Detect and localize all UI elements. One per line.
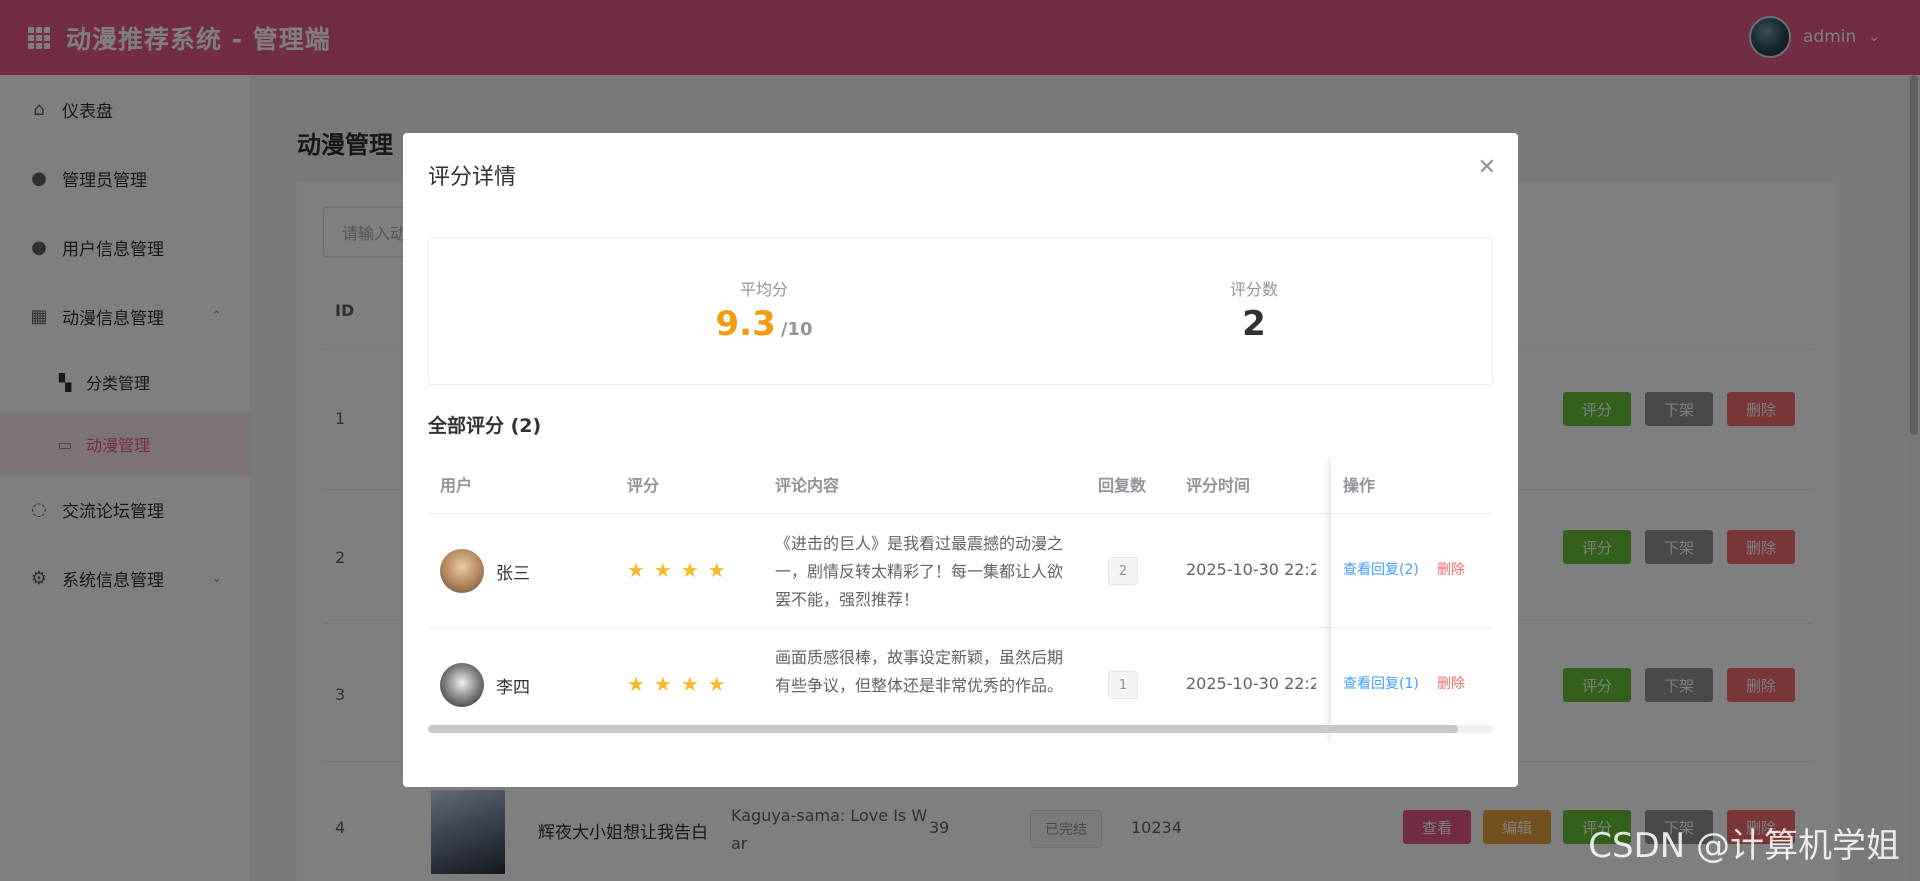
rating-detail-dialog: 评分详情 ✕ 平均分 9.3 /10 评分数 2 全部评分 (2) 用户 评分 … <box>403 133 1518 787</box>
rater-name: 张三 <box>496 564 530 584</box>
rating-count-value: 2 <box>1242 304 1266 344</box>
all-ratings-title: 全部评分 (2) <box>428 415 542 437</box>
rating-time: 2025-10-30 22:23 <box>1186 560 1316 579</box>
average-score-value: 9.3 <box>715 304 776 344</box>
fixed-ops-column: 操作 查看回复(2) 删除 查看回复(1) 删除 <box>1331 455 1493 745</box>
comment-text: 画面质感很棒，故事设定新颖，虽然后期有些争议，但整体还是非常优秀的作品。 <box>775 648 1064 695</box>
delete-rating-link[interactable]: 删除 <box>1437 673 1465 693</box>
average-score-label: 平均分 <box>739 280 788 299</box>
view-replies-link[interactable]: 查看回复(2) <box>1343 559 1419 579</box>
rating-stats: 平均分 9.3 /10 评分数 2 <box>428 237 1493 385</box>
column-header-replies: 回复数 <box>1098 476 1147 495</box>
scrollbar-thumb[interactable] <box>428 725 1458 733</box>
rating-count-label: 评分数 <box>1229 280 1278 299</box>
rater-name: 李四 <box>496 678 530 698</box>
column-header-comment: 评论内容 <box>775 476 840 495</box>
ratings-table: 用户 评分 评论内容 回复数 评分时间 张三 ★★★★ 《进击的巨人》是我看过最… <box>428 455 1493 745</box>
view-replies-link[interactable]: 查看回复(1) <box>1343 673 1419 693</box>
column-header-ops: 操作 <box>1343 476 1376 495</box>
reply-count-badge: 1 <box>1108 671 1138 699</box>
table-horizontal-scrollbar[interactable] <box>428 725 1493 733</box>
rating-count-stat: 评分数 2 <box>1179 276 1329 344</box>
dialog-title: 评分详情 <box>428 165 517 190</box>
star-rating: ★★★★ <box>627 558 735 582</box>
column-header-user: 用户 <box>440 476 473 495</box>
rating-time: 2025-10-30 22:23 <box>1186 674 1316 693</box>
reply-count-badge: 2 <box>1108 557 1138 585</box>
avatar <box>440 549 484 593</box>
star-rating: ★★★★ <box>627 672 735 696</box>
close-icon[interactable]: ✕ <box>1478 155 1496 180</box>
column-header-score: 评分 <box>627 476 660 495</box>
delete-rating-link[interactable]: 删除 <box>1437 559 1465 579</box>
watermark: CSDN @计算机学姐 <box>1588 826 1900 866</box>
column-header-time: 评分时间 <box>1186 476 1251 495</box>
comment-text: 《进击的巨人》是我看过最震撼的动漫之一，剧情反转太精彩了！每一集都让人欲罢不能，… <box>775 534 1064 609</box>
average-score-stat: 平均分 9.3 /10 <box>674 276 854 344</box>
average-score-max: /10 <box>780 319 813 340</box>
avatar <box>440 663 484 707</box>
